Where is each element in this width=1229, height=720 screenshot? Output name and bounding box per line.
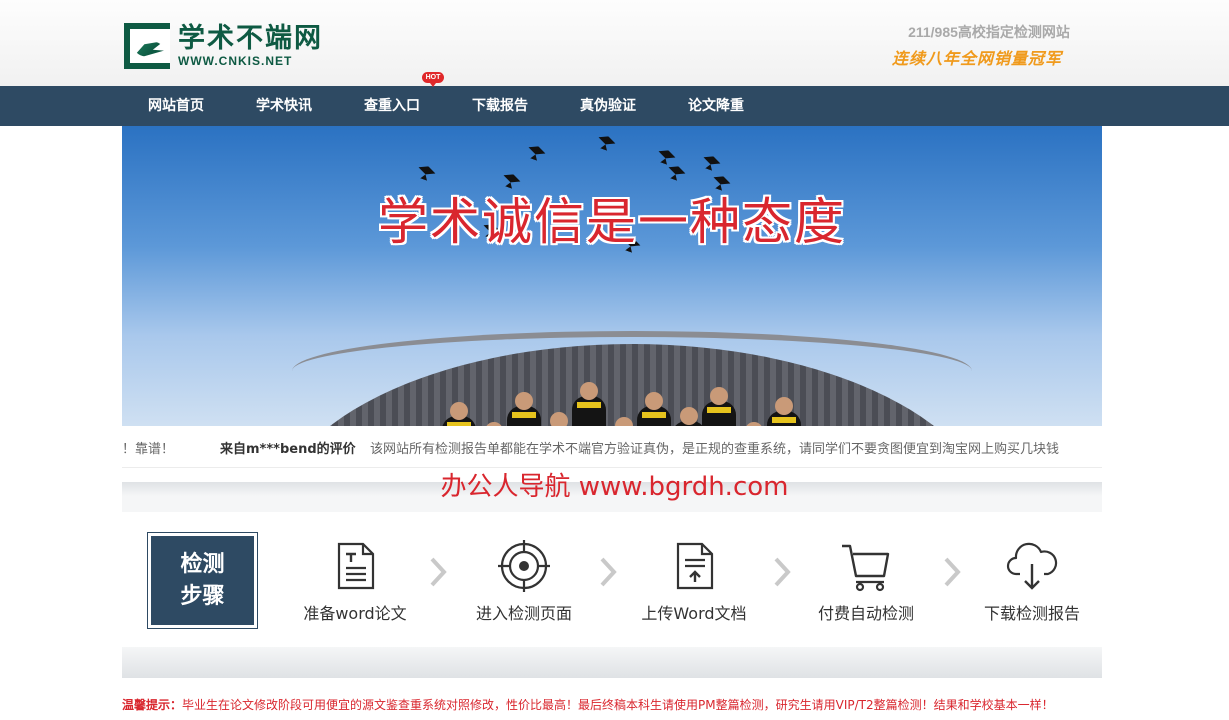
step-label: 付费自动检测: [817, 604, 914, 623]
ticker-review-text: 该网站所有检测报告单都能在学术不端官方验证真伪，是正规的查重系统，请同学们不要贪…: [370, 442, 1060, 457]
step-prepare-paper[interactable]: 准备word论文: [275, 540, 435, 624]
document-icon: [337, 542, 375, 590]
step-label: 上传Word文档: [641, 604, 747, 623]
target-icon: [498, 540, 550, 592]
upload-file-icon: [676, 542, 714, 590]
ticker-prev-tail: ！靠谱！: [122, 442, 175, 457]
steps-title-line2: 步骤: [180, 583, 225, 609]
nav-item-reduce[interactable]: 论文降重: [676, 86, 756, 126]
main-nav: 网站首页 学术快讯 查重入口 下载报告 真伪验证 论文降重: [0, 86, 1229, 126]
step-upload-word[interactable]: 上传Word文档: [614, 540, 774, 624]
logo-emblem-icon: [124, 23, 170, 69]
slogan-top: 211/985高校指定检测网站: [908, 24, 1070, 40]
step-label: 进入检测页面: [475, 604, 572, 623]
nav-item-download-report[interactable]: 下载报告: [460, 86, 540, 126]
review-ticker: ！靠谱！ 来自m***bend的评价 该网站所有检测报告单都能在学术不端官方验证…: [122, 432, 1102, 468]
watermark-text: 办公人导航 www.bgrdh.com: [440, 472, 789, 502]
site-logo[interactable]: 学术不端网 WWW.CNKIS.NET: [124, 22, 323, 70]
nav-item-news[interactable]: 学术快讯: [244, 86, 324, 126]
notice-text: 毕业生在论文修改阶段可用便宜的源文鉴查重系统对照修改，性价比最高！最后终稿本科生…: [182, 698, 1054, 712]
cloud-download-icon: [1006, 542, 1058, 590]
logo-url: WWW.CNKIS.NET: [178, 54, 293, 68]
graduates-photo: [402, 376, 862, 426]
step-label: 准备word论文: [303, 604, 407, 623]
banner-title: 学术诚信是一种态度: [378, 193, 846, 251]
logo-name: 学术不端网: [178, 23, 323, 54]
step-pay-check[interactable]: 付费自动检测: [786, 540, 946, 624]
hero-banner[interactable]: 学术诚信是一种态度: [122, 126, 1102, 426]
nav-item-home[interactable]: 网站首页: [136, 86, 216, 126]
cart-icon: [842, 544, 890, 592]
step-enter-check-page[interactable]: 进入检测页面: [444, 540, 604, 624]
steps-title-box: 检测 步骤: [147, 532, 258, 629]
ticker-reviewer: 来自m***bend的评价: [220, 442, 356, 457]
notice-bar: 温馨提示：毕业生在论文修改阶段可用便宜的源文鉴查重系统对照修改，性价比最高！最后…: [122, 696, 1122, 713]
steps-title-line1: 检测: [180, 551, 225, 577]
notice-prefix: 温馨提示：: [122, 698, 183, 712]
step-label: 下载检测报告: [983, 604, 1080, 623]
slogan-bottom: 连续八年全网销量冠军: [892, 49, 1063, 68]
nav-item-check-entry[interactable]: 查重入口: [352, 86, 432, 126]
site-header: 学术不端网 WWW.CNKIS.NET 211/985高校指定检测网站 连续八年…: [0, 0, 1229, 86]
step-download-report[interactable]: 下载检测报告: [952, 540, 1112, 624]
nav-item-verify[interactable]: 真伪验证: [568, 86, 648, 126]
hot-badge: HOT: [422, 72, 444, 87]
